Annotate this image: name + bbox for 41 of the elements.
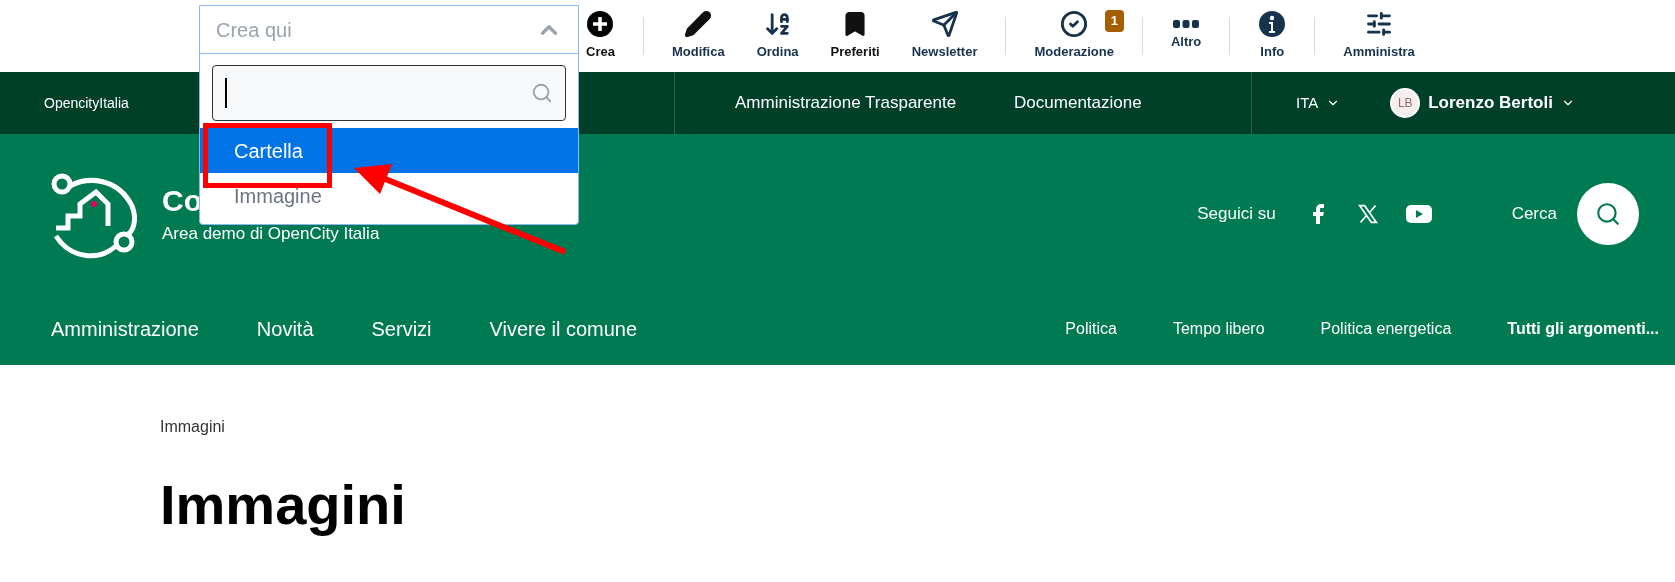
main-nav-link[interactable]: Vivere il comune [489,314,638,344]
breadcrumb-link[interactable]: Immagini [160,415,225,439]
toolbar-button[interactable]: Moderazione 1 [1018,6,1130,66]
toolbar-button[interactable]: Modifica [655,6,741,66]
search-icon [1595,201,1621,227]
main-nav-link[interactable]: Amministrazione [51,314,199,344]
main-nav-link[interactable]: Novità [256,314,314,344]
plus-circle-icon [586,10,615,39]
header-link[interactable]: Documentazione [1014,90,1142,116]
language-selector[interactable]: ITA [1296,91,1341,115]
topic-link[interactable]: Tempo libero [1172,317,1265,341]
count-badge: 1 [1104,10,1124,32]
pencil-icon [684,10,713,39]
toolbar-button[interactable]: Preferiti [814,6,896,66]
toolbar-button[interactable]: Info [1242,6,1303,66]
youtube-icon[interactable] [1405,204,1432,224]
search-field[interactable] [212,65,566,121]
follow-label: Seguici su [1197,203,1276,226]
avatar: LB [1390,88,1421,118]
paper-plane-icon [930,10,959,39]
toolbar-button[interactable]: Altro [1154,6,1218,66]
info-icon [1258,10,1287,39]
toolbar-button[interactable]: Newsletter [895,6,994,66]
topic-link[interactable]: Politica [1065,317,1117,341]
search-label: Cerca [1511,203,1557,226]
topic-link[interactable]: Tutti gli argomenti... [1507,317,1659,341]
page-heading: Immagini [160,473,407,537]
toolbar-button[interactable]: Ordina [740,6,815,66]
main-nav-link[interactable]: Servizi [371,314,432,344]
check-circle-icon [1060,10,1089,39]
site-title: Co [162,183,202,220]
toolbar-button[interactable]: Amministra [1327,6,1431,66]
dropdown-option[interactable]: Cartella [200,128,578,173]
user-menu[interactable]: LB Lorenzo Bertoli [1390,88,1575,118]
sliders-icon [1365,10,1394,39]
x-logo-icon[interactable] [1357,204,1378,224]
search-icon [531,82,553,104]
header-link[interactable]: Amministrazione Trasparente [735,90,957,116]
more-icon [1173,20,1200,29]
topic-link[interactable]: Politica energetica [1320,317,1452,341]
site-subtitle: Area demo di OpenCity Italia [162,223,380,246]
